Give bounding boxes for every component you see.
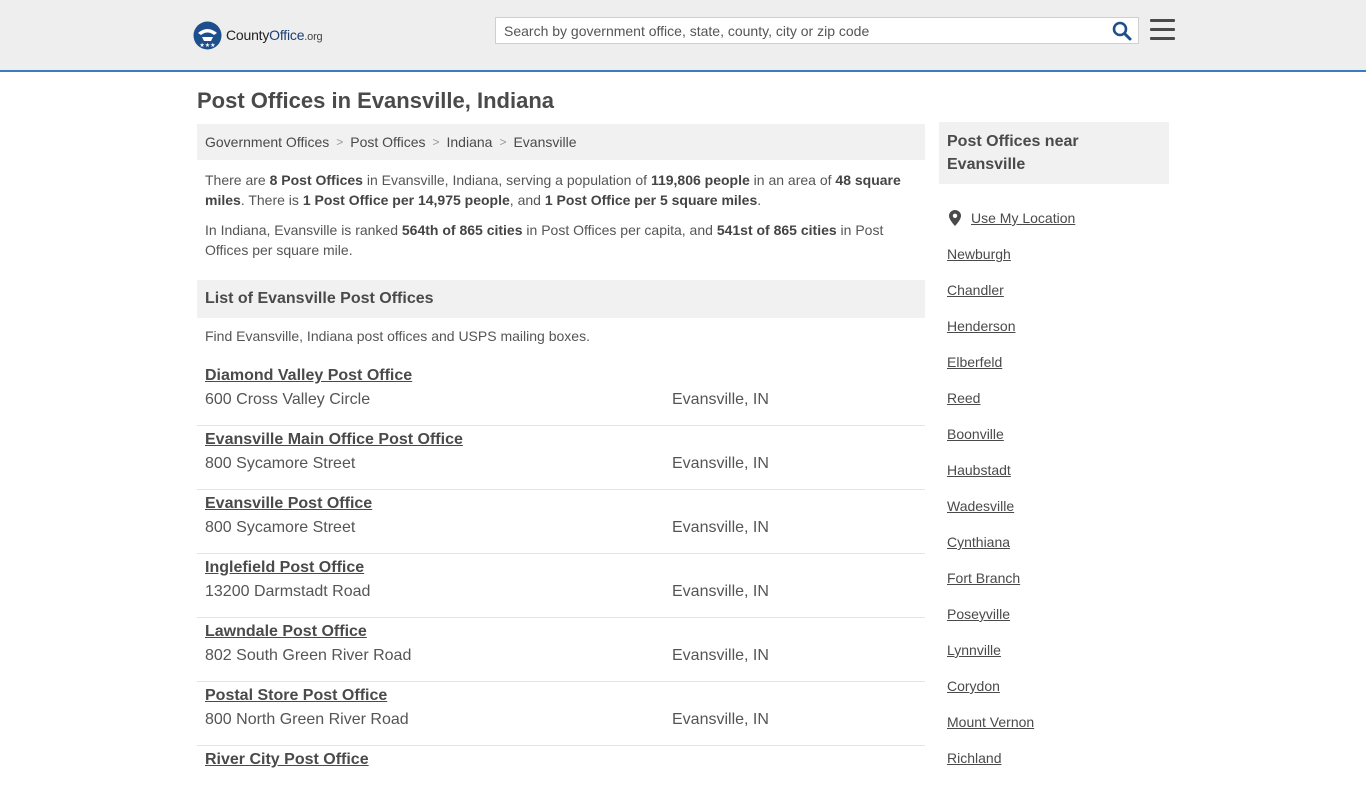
use-my-location-link[interactable]: Use My Location <box>947 200 1167 236</box>
breadcrumb-post-offices[interactable]: Post Offices <box>350 134 425 150</box>
site-header: ★★★ CountyOffice.org <box>0 0 1366 72</box>
search-box <box>495 17 1139 44</box>
post-office-city: Evansville, IN <box>672 455 769 472</box>
post-office-link[interactable]: Lawndale Post Office <box>205 623 367 641</box>
post-office-address: 600 Cross Valley Circle <box>205 391 371 408</box>
sidebar-heading: Post Offices near Evansville <box>939 122 1169 184</box>
list-item: Inglefield Post Office 13200 Darmstadt R… <box>197 554 925 618</box>
breadcrumb-separator-icon: > <box>432 135 440 149</box>
post-office-link[interactable]: River City Post Office <box>205 751 369 769</box>
logo-org: .org <box>304 31 323 43</box>
map-pin-icon <box>949 210 961 226</box>
sidebar-item-wadesville[interactable]: Wadesville <box>947 488 1167 524</box>
nearby-cities-list: Use My Location Newburgh Chandler Hender… <box>947 200 1167 776</box>
sidebar-item-elberfeld[interactable]: Elberfeld <box>947 344 1167 380</box>
post-office-city: Evansville, IN <box>672 519 769 536</box>
post-office-link[interactable]: Inglefield Post Office <box>205 559 364 577</box>
sidebar-item-poseyville[interactable]: Poseyville <box>947 596 1167 632</box>
sidebar-item-boonville[interactable]: Boonville <box>947 416 1167 452</box>
breadcrumb-evansville[interactable]: Evansville <box>513 134 576 150</box>
list-item: Lawndale Post Office 802 South Green Riv… <box>197 618 925 682</box>
hamburger-menu-icon[interactable] <box>1150 19 1175 41</box>
post-office-link[interactable]: Evansville Main Office Post Office <box>205 431 463 449</box>
breadcrumb-indiana[interactable]: Indiana <box>447 134 493 150</box>
post-office-link[interactable]: Evansville Post Office <box>205 495 372 513</box>
search-icon[interactable] <box>1112 21 1132 41</box>
sidebar-item-lynnville[interactable]: Lynnville <box>947 632 1167 668</box>
breadcrumb-government-offices[interactable]: Government Offices <box>205 134 329 150</box>
logo-county: County <box>226 27 270 43</box>
breadcrumb: Government Offices > Post Offices > Indi… <box>197 124 925 160</box>
post-office-address: 800 Sycamore Street <box>205 519 356 536</box>
post-office-list: Diamond Valley Post Office 600 Cross Val… <box>197 362 925 810</box>
sidebar-item-richland[interactable]: Richland <box>947 740 1167 776</box>
sidebar-item-reed[interactable]: Reed <box>947 380 1167 416</box>
svg-text:★★★: ★★★ <box>199 42 215 49</box>
sidebar-item-mount-vernon[interactable]: Mount Vernon <box>947 704 1167 740</box>
post-office-city: Evansville, IN <box>672 391 769 408</box>
list-item: Postal Store Post Office 800 North Green… <box>197 682 925 746</box>
sidebar-item-haubstadt[interactable]: Haubstadt <box>947 452 1167 488</box>
sidebar-item-cynthiana[interactable]: Cynthiana <box>947 524 1167 560</box>
breadcrumb-separator-icon: > <box>336 135 344 149</box>
list-heading: List of Evansville Post Offices <box>197 280 925 318</box>
post-office-city: Evansville, IN <box>672 583 769 600</box>
post-office-address: 13200 Darmstadt Road <box>205 583 371 600</box>
list-item: Evansville Post Office 800 Sycamore Stre… <box>197 490 925 554</box>
post-office-link[interactable]: Diamond Valley Post Office <box>205 367 412 385</box>
list-item: Evansville Main Office Post Office 800 S… <box>197 426 925 490</box>
post-office-city: Evansville, IN <box>672 647 769 664</box>
search-input[interactable] <box>496 18 1112 43</box>
post-office-city: Evansville, IN <box>672 711 769 728</box>
breadcrumb-separator-icon: > <box>499 135 507 149</box>
use-my-location-label: Use My Location <box>971 210 1076 226</box>
post-office-link[interactable]: Postal Store Post Office <box>205 687 387 705</box>
list-item: Diamond Valley Post Office 600 Cross Val… <box>197 362 925 426</box>
sidebar-item-newburgh[interactable]: Newburgh <box>947 236 1167 272</box>
post-office-address: 800 Sycamore Street <box>205 455 356 472</box>
logo-text: CountyOffice.org <box>226 27 323 43</box>
post-office-address: 800 North Green River Road <box>205 711 409 728</box>
post-office-address: 802 South Green River Road <box>205 647 412 664</box>
list-intro: Find Evansville, Indiana post offices an… <box>205 328 590 344</box>
sidebar-item-corydon[interactable]: Corydon <box>947 668 1167 704</box>
sidebar-item-fort-branch[interactable]: Fort Branch <box>947 560 1167 596</box>
sidebar-item-chandler[interactable]: Chandler <box>947 272 1167 308</box>
page-title: Post Offices in Evansville, Indiana <box>197 88 555 113</box>
ranking-paragraph: In Indiana, Evansville is ranked 564th o… <box>205 222 884 258</box>
logo-office: Office <box>269 27 305 43</box>
summary-paragraph: There are 8 Post Offices in Evansville, … <box>205 172 901 208</box>
seal-stars-icon: ★★★ <box>193 21 222 49</box>
sidebar-item-henderson[interactable]: Henderson <box>947 308 1167 344</box>
list-item: River City Post Office <box>197 746 925 810</box>
site-logo[interactable]: ★★★ CountyOffice.org <box>193 20 323 50</box>
